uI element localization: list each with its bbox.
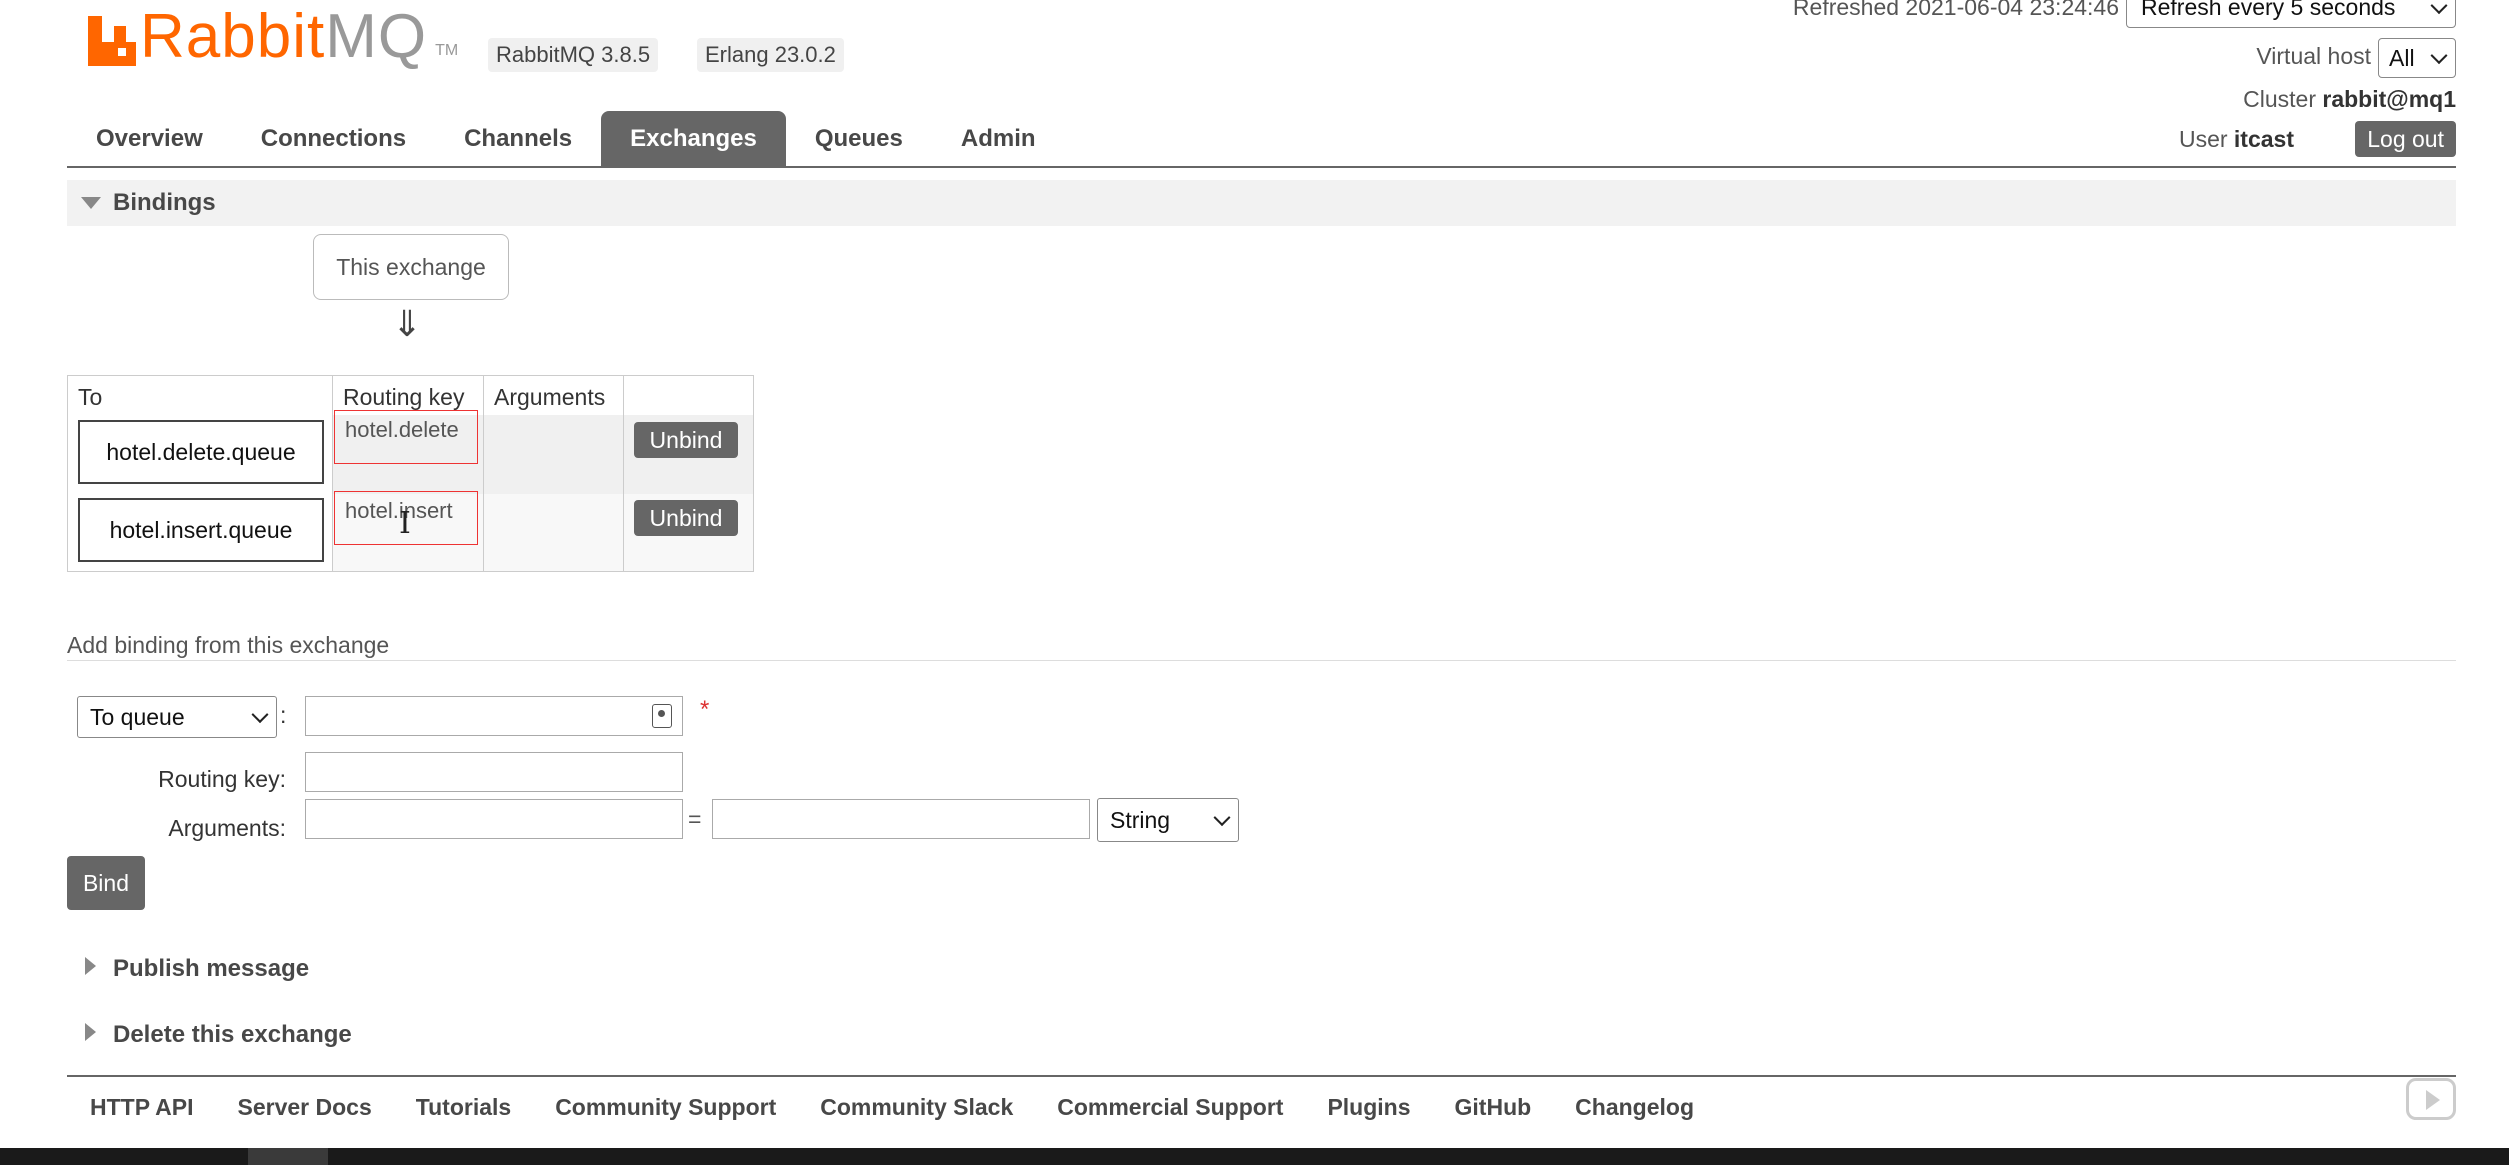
footer-link-http-api[interactable]: HTTP API (90, 1094, 194, 1121)
argument-type-select[interactable]: String (1097, 798, 1239, 842)
binding-routing-key: hotel.delete (334, 410, 478, 464)
binding-destination-link[interactable]: hotel.delete.queue (78, 420, 324, 484)
footer-link-community-slack[interactable]: Community Slack (820, 1094, 1013, 1121)
autofill-contact-icon[interactable] (652, 704, 672, 728)
footer-link-community-support[interactable]: Community Support (555, 1094, 776, 1121)
video-play-icon[interactable] (2406, 1078, 2456, 1120)
colon-separator: : (280, 702, 287, 728)
rabbitmq-version-badge: RabbitMQ 3.8.5 (488, 38, 659, 72)
tab-queues[interactable]: Queues (786, 111, 932, 167)
main-nav: Overview Connections Channels Exchanges … (67, 111, 1065, 167)
chevron-down-icon (2430, 0, 2448, 15)
footer-divider (67, 1075, 2456, 1077)
publish-message-section[interactable]: Publish message (67, 955, 309, 983)
tab-overview[interactable]: Overview (67, 111, 232, 167)
required-mark: * (700, 696, 710, 723)
this-exchange-box: This exchange (313, 234, 509, 300)
unbind-button[interactable]: Unbind (634, 500, 738, 536)
bindings-section-header[interactable]: Bindings (67, 180, 2456, 226)
logo-text: RabbitMQ (140, 2, 428, 71)
column-header-routing-key: Routing key (343, 384, 465, 410)
erlang-version-badge: Erlang 23.0.2 (697, 38, 844, 72)
user-info: User itcast (2178, 126, 2294, 152)
taskbar-app-icon[interactable] (248, 1148, 328, 1165)
footer-link-commercial-support[interactable]: Commercial Support (1057, 1094, 1283, 1121)
argument-key-input[interactable] (305, 799, 683, 839)
argument-value-input[interactable] (712, 799, 1090, 839)
expand-triangle-icon (85, 1023, 96, 1041)
add-binding-divider (67, 660, 2456, 661)
user-name: itcast (2233, 126, 2294, 152)
virtual-host-select[interactable]: All (2378, 38, 2456, 78)
routing-key-input[interactable] (305, 752, 683, 792)
bindings-title: Bindings (113, 189, 216, 216)
destination-type-select[interactable]: To queue (77, 696, 277, 738)
footer-links: HTTP API Server Docs Tutorials Community… (90, 1094, 1694, 1121)
arguments-label: Arguments: (168, 815, 286, 841)
unbind-button[interactable]: Unbind (634, 422, 738, 458)
bindings-table: To Routing key Arguments hotel.delete.qu… (67, 375, 754, 572)
add-binding-title: Add binding from this exchange (67, 632, 390, 658)
equals-sign: = (688, 806, 702, 832)
tab-connections[interactable]: Connections (232, 111, 435, 167)
destination-name-input[interactable] (305, 696, 683, 736)
collapse-triangle-icon (81, 197, 101, 209)
column-header-arguments: Arguments (494, 384, 606, 410)
bind-button[interactable]: Bind (67, 856, 145, 910)
refresh-interval-select[interactable]: Refresh every 5 seconds (2126, 0, 2456, 28)
binding-destination-link[interactable]: hotel.insert.queue (78, 498, 324, 562)
cluster-info: Cluster rabbit@mq1 (2243, 86, 2456, 112)
routing-key-label: Routing key: (158, 766, 286, 792)
rabbitmq-logo-icon (88, 16, 136, 66)
os-taskbar (0, 1148, 2509, 1165)
footer-link-plugins[interactable]: Plugins (1327, 1094, 1410, 1121)
column-header-to: To (78, 384, 103, 410)
chevron-down-icon (2430, 47, 2448, 65)
tab-channels[interactable]: Channels (435, 111, 601, 167)
chevron-down-icon (1213, 809, 1231, 827)
footer-link-changelog[interactable]: Changelog (1575, 1094, 1694, 1121)
virtual-host-label: Virtual host (2256, 43, 2371, 69)
nav-divider (67, 166, 2456, 168)
chevron-down-icon (251, 706, 269, 724)
footer-link-server-docs[interactable]: Server Docs (238, 1094, 372, 1121)
logout-button[interactable]: Log out (2355, 121, 2456, 157)
down-arrow-icon: ⇓ (392, 303, 423, 344)
footer-link-tutorials[interactable]: Tutorials (416, 1094, 511, 1121)
rabbitmq-logo[interactable]: RabbitMQ TM (88, 2, 459, 71)
footer-link-github[interactable]: GitHub (1455, 1094, 1532, 1121)
tab-exchanges[interactable]: Exchanges (601, 111, 786, 167)
text-cursor-icon: I (399, 506, 411, 541)
refreshed-timestamp: Refreshed 2021-06-04 23:24:46 (1792, 0, 2119, 20)
logo-trademark: TM (435, 42, 459, 59)
cluster-name: rabbit@mq1 (2322, 86, 2456, 112)
expand-triangle-icon (85, 957, 96, 975)
tab-admin[interactable]: Admin (932, 111, 1065, 167)
delete-exchange-section[interactable]: Delete this exchange (67, 1021, 352, 1049)
